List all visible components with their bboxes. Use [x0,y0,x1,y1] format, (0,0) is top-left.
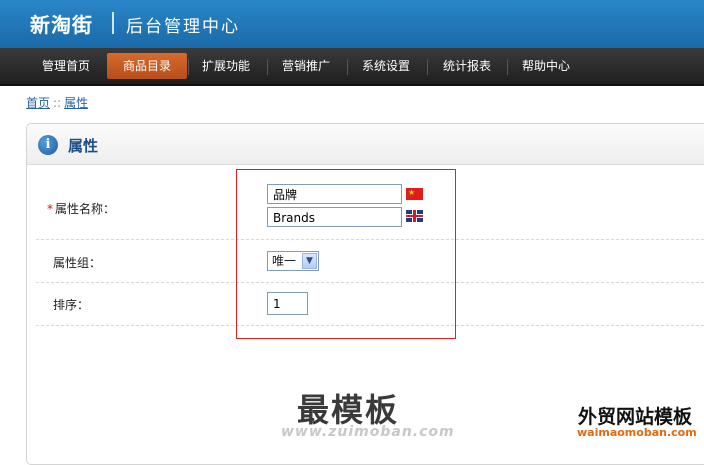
nav-item-marketing[interactable]: 营销推广 [270,55,342,77]
watermark-right-url: waimaomoban.com [577,426,697,439]
nav-divider [267,59,268,75]
breadcrumb-current-link[interactable]: 属性 [64,96,88,110]
nav-divider [427,59,428,75]
watermark-url: www.zuimoban.com [281,424,455,440]
order-label: 排序： [53,298,90,312]
brand-logo[interactable]: 新淘街 [30,9,93,38]
main-nav: 管理首页 商品目录 扩展功能 营销推广 系统设置 统计报表 帮助中心 [0,48,704,86]
brand-divider [112,12,114,34]
nav-item-home[interactable]: 管理首页 [30,55,102,77]
nav-item-settings[interactable]: 系统设置 [350,55,422,77]
nav-item-catalog[interactable]: 商品目录 [107,53,187,79]
nav-item-help[interactable]: 帮助中心 [510,55,582,77]
nav-divider [347,59,348,75]
watermark-right-title: 外贸网站模板 [578,406,693,428]
breadcrumb: 首页:: 属性 [26,94,88,111]
nav-item-extensions[interactable]: 扩展功能 [190,55,262,77]
nav-divider [507,59,508,75]
app-subtitle: 后台管理中心 [126,17,240,37]
nav-divider [188,59,189,75]
attr-name-label-text: 属性名称： [55,202,116,216]
breadcrumb-separator: :: [53,96,62,110]
breadcrumb-home-link[interactable]: 首页 [26,96,50,110]
attr-name-label: * 属性名称： [47,200,115,217]
attr-group-label: 属性组： [53,256,102,270]
header-bar: 新淘街 后台管理中心 [0,0,704,48]
nav-item-reports[interactable]: 统计报表 [431,55,503,77]
required-mark: * [47,202,53,216]
panel-header: i 属性 [27,124,704,165]
highlight-box [236,169,456,339]
info-icon: i [38,135,58,155]
page-title: 属性 [68,137,99,155]
